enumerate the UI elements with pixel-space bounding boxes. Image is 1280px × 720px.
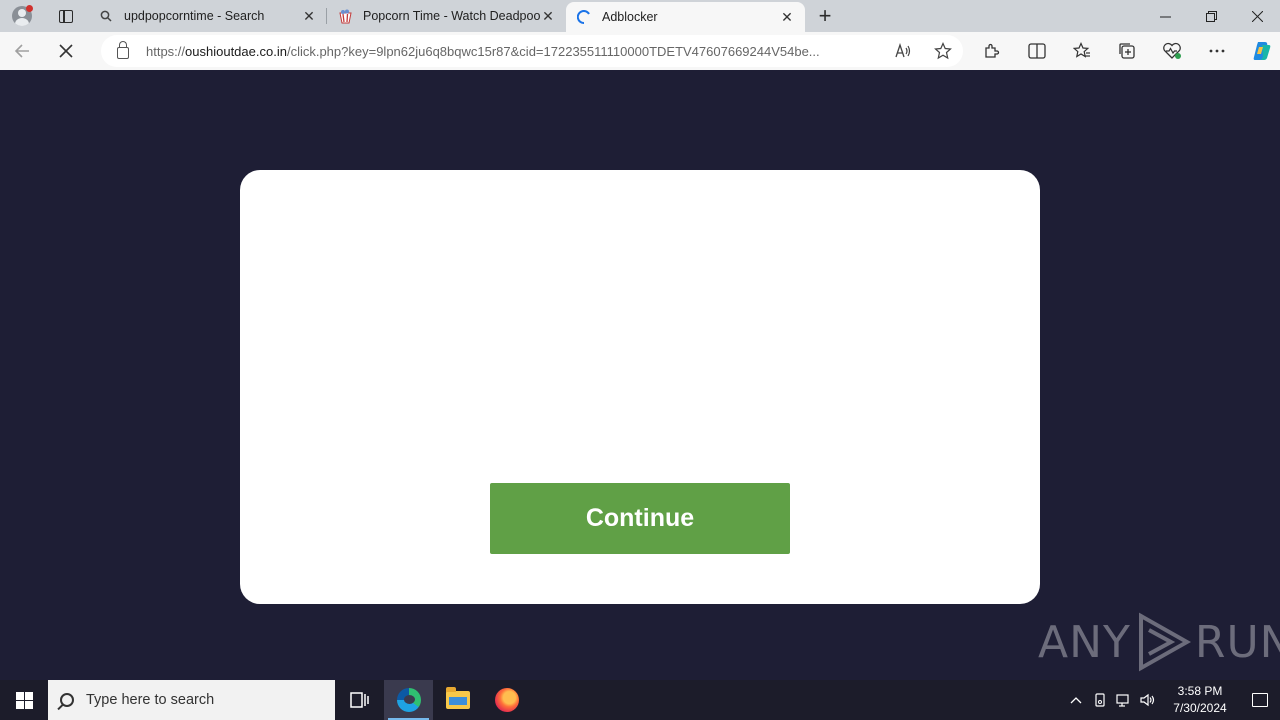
network-icon: [1116, 694, 1129, 707]
address-bar[interactable]: https://oushioutdae.co.in/click.php?key=…: [101, 35, 963, 67]
tab-close-button[interactable]: ✕: [779, 9, 795, 26]
popcorn-favicon-icon: [337, 8, 353, 24]
chevron-up-icon: [1070, 697, 1082, 704]
firefox-icon: [494, 688, 519, 712]
url-path: /click.php?key=9lpn62ju6q8bqwc15r87&cid=…: [286, 43, 820, 59]
volume-icon: [1140, 693, 1155, 707]
notification-center-icon: [1252, 693, 1268, 707]
favorite-star-button[interactable]: [923, 42, 963, 60]
taskbar-edge[interactable]: [384, 680, 433, 720]
play-logo-icon: [1138, 612, 1191, 672]
stop-loading-button[interactable]: [44, 32, 88, 70]
taskbar-file-explorer[interactable]: [433, 680, 482, 720]
copilot-icon: [1253, 42, 1270, 60]
content-card: Continue: [240, 170, 1040, 604]
watermark-right: RUN: [1194, 616, 1280, 668]
tab-popcorn-time[interactable]: Popcorn Time - Watch Deadpool ✕: [327, 0, 566, 32]
tab-search[interactable]: updpopcorntime - Search ✕: [88, 0, 327, 32]
close-window-button[interactable]: [1234, 0, 1280, 32]
taskbar: Type here to search 3:58 PM 7/30/2024: [0, 680, 1280, 720]
volume-button[interactable]: [1136, 693, 1160, 707]
heart-pulse-icon: [1162, 42, 1181, 59]
task-view-icon: [349, 692, 369, 708]
collections-icon: [1118, 43, 1135, 59]
notification-dot: [26, 5, 33, 12]
tab-close-button[interactable]: ✕: [540, 8, 556, 25]
network-button[interactable]: [1112, 693, 1136, 707]
window-controls: [1142, 0, 1280, 32]
read-aloud-icon: [895, 43, 911, 58]
copilot-button[interactable]: [1239, 32, 1280, 70]
tab-actions-button[interactable]: [44, 0, 88, 32]
task-view-button[interactable]: [335, 680, 384, 720]
browser-toolbar: https://oushioutdae.co.in/click.php?key=…: [0, 32, 1280, 70]
tab-actions-icon: [59, 9, 73, 23]
clock-time: 3:58 PM: [1177, 684, 1223, 698]
settings-menu-button[interactable]: [1194, 32, 1239, 70]
favorites-icon: [1072, 42, 1090, 58]
show-hidden-icons-button[interactable]: [1064, 696, 1088, 704]
extensions-button[interactable]: [969, 32, 1014, 70]
minimize-button[interactable]: [1142, 0, 1188, 32]
edge-icon: [396, 688, 421, 712]
notifications-button[interactable]: [1240, 693, 1280, 707]
split-screen-icon: [1027, 43, 1046, 59]
clock-date: 7/30/2024: [1173, 701, 1227, 715]
profile-button[interactable]: [0, 0, 44, 32]
star-icon: [934, 42, 952, 60]
taskbar-search-box[interactable]: Type here to search: [48, 680, 335, 720]
back-button[interactable]: [0, 32, 44, 70]
split-screen-button[interactable]: [1014, 32, 1059, 70]
page-content: Continue: [4, 70, 1276, 676]
start-button[interactable]: [0, 680, 48, 720]
tab-bar: updpopcorntime - Search ✕ Popcorn Time -…: [0, 0, 1280, 32]
puzzle-icon: [984, 43, 999, 58]
watermark-left: ANY: [1038, 616, 1131, 668]
anyrun-watermark: ANY RUN: [1038, 612, 1280, 672]
lock-icon: [117, 41, 129, 59]
search-icon: [60, 693, 74, 707]
favorites-button[interactable]: [1059, 32, 1104, 70]
read-aloud-button[interactable]: [883, 42, 923, 60]
new-tab-button[interactable]: +: [805, 0, 845, 32]
tab-label: Adblocker: [602, 10, 658, 24]
continue-button[interactable]: Continue: [490, 483, 790, 554]
browser-essentials-button[interactable]: [1149, 32, 1194, 70]
tab-label: updpopcorntime - Search: [124, 9, 265, 23]
tab-close-button[interactable]: ✕: [301, 8, 317, 25]
taskbar-clock[interactable]: 3:58 PM 7/30/2024: [1160, 683, 1240, 717]
url-domain: oushioutdae.co.in: [185, 43, 287, 59]
search-icon: [98, 8, 114, 24]
system-tray: 3:58 PM 7/30/2024: [1064, 680, 1280, 720]
restore-button[interactable]: [1188, 0, 1234, 32]
loading-spinner-icon: [576, 9, 592, 25]
tab-label: Popcorn Time - Watch Deadpool: [363, 9, 540, 23]
device-icon: [1095, 693, 1105, 707]
back-arrow-icon: [14, 44, 29, 58]
device-icon-button[interactable]: [1088, 693, 1112, 707]
taskbar-search-placeholder: Type here to search: [86, 692, 215, 708]
folder-icon: [445, 687, 470, 709]
tab-adblocker[interactable]: Adblocker ✕: [566, 2, 805, 32]
windows-logo-icon: [15, 691, 33, 709]
stop-icon: [59, 44, 73, 58]
taskbar-firefox[interactable]: [482, 680, 531, 720]
url-scheme: https://: [146, 43, 186, 59]
more-dots-icon: [1209, 49, 1224, 53]
collections-button[interactable]: [1104, 32, 1149, 70]
url-text[interactable]: https://oushioutdae.co.in/click.php?key=…: [146, 44, 881, 59]
